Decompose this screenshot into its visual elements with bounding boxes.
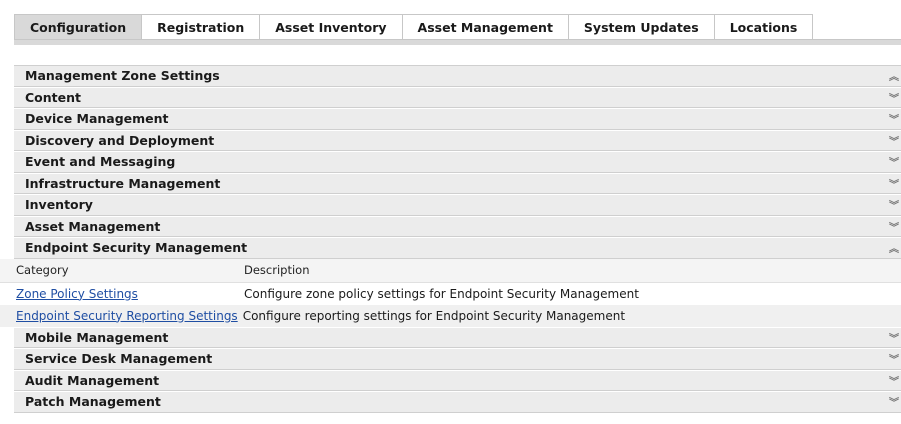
tabs: Configuration Registration Asset Invento… xyxy=(14,14,901,39)
collapse-icon[interactable]: ︽ xyxy=(887,66,901,86)
section-label: Patch Management xyxy=(25,394,161,410)
section-management-zone-settings[interactable]: Management Zone Settings ︽ xyxy=(14,65,901,87)
tab-bar: Configuration Registration Asset Invento… xyxy=(14,14,901,45)
section-label: Service Desk Management xyxy=(25,351,213,367)
endpoint-security-reporting-settings-link[interactable]: Endpoint Security Reporting Settings xyxy=(16,309,238,323)
section-asset-management[interactable]: Asset Management ︾ xyxy=(14,215,901,237)
expand-icon[interactable]: ︾ xyxy=(887,109,901,129)
section-label: Discovery and Deployment xyxy=(25,132,215,148)
section-label: Mobile Management xyxy=(25,329,169,345)
expand-icon[interactable]: ︾ xyxy=(887,371,901,391)
section-audit-management[interactable]: Audit Management ︾ xyxy=(14,369,901,391)
section-label: Inventory xyxy=(25,197,93,213)
section-label: Infrastructure Management xyxy=(25,175,221,191)
section-mobile-management[interactable]: Mobile Management ︾ xyxy=(14,326,901,348)
section-label: Management Zone Settings xyxy=(25,68,220,84)
description-cell: Configure zone policy settings for Endpo… xyxy=(244,286,639,301)
expand-icon[interactable]: ︾ xyxy=(887,195,901,215)
column-header-description: Description xyxy=(244,263,310,277)
collapse-icon[interactable]: ︽ xyxy=(887,238,901,258)
section-label: Content xyxy=(25,89,81,105)
expand-icon[interactable]: ︾ xyxy=(887,328,901,348)
expand-icon[interactable]: ︾ xyxy=(887,174,901,194)
expand-icon[interactable]: ︾ xyxy=(887,217,901,237)
section-label: Audit Management xyxy=(25,372,160,388)
table-row: Endpoint Security Reporting Settings Con… xyxy=(0,304,901,327)
tab-registration[interactable]: Registration xyxy=(142,14,261,39)
expand-icon[interactable]: ︾ xyxy=(887,88,901,108)
tab-configuration[interactable]: Configuration xyxy=(14,14,143,39)
tab-system-updates[interactable]: System Updates xyxy=(568,14,715,39)
section-device-management[interactable]: Device Management ︾ xyxy=(14,108,901,130)
section-event-and-messaging[interactable]: Event and Messaging ︾ xyxy=(14,151,901,173)
settings-panel: Management Zone Settings ︽ Content ︾ Dev… xyxy=(0,65,901,413)
section-label: Endpoint Security Management xyxy=(25,240,248,256)
table-row: Zone Policy Settings Configure zone poli… xyxy=(0,283,901,305)
section-label: Event and Messaging xyxy=(25,154,176,170)
expand-icon[interactable]: ︾ xyxy=(887,349,901,369)
expand-icon[interactable]: ︾ xyxy=(887,392,901,412)
section-service-desk-management[interactable]: Service Desk Management ︾ xyxy=(14,348,901,370)
table-header: Category Description xyxy=(0,258,901,283)
zone-policy-settings-link[interactable]: Zone Policy Settings xyxy=(16,287,138,301)
section-label: Asset Management xyxy=(25,218,161,234)
section-infrastructure-management[interactable]: Infrastructure Management ︾ xyxy=(14,172,901,194)
tab-underline xyxy=(14,39,901,45)
expand-icon[interactable]: ︾ xyxy=(887,131,901,151)
category-cell: Zone Policy Settings xyxy=(16,287,244,301)
tab-asset-inventory[interactable]: Asset Inventory xyxy=(260,14,403,39)
section-patch-management[interactable]: Patch Management ︾ xyxy=(14,391,901,413)
section-discovery-and-deployment[interactable]: Discovery and Deployment ︾ xyxy=(14,129,901,151)
section-content[interactable]: Content ︾ xyxy=(14,86,901,108)
expand-icon[interactable]: ︾ xyxy=(887,152,901,172)
section-endpoint-security-management[interactable]: Endpoint Security Management ︽ xyxy=(14,237,901,259)
column-header-category: Category xyxy=(16,263,69,277)
tab-asset-management[interactable]: Asset Management xyxy=(402,14,569,39)
section-label: Device Management xyxy=(25,111,169,127)
description-cell: Configure reporting settings for Endpoin… xyxy=(242,308,626,323)
tab-locations[interactable]: Locations xyxy=(714,14,814,39)
section-inventory[interactable]: Inventory ︾ xyxy=(14,194,901,216)
category-cell: Endpoint Security Reporting Settings xyxy=(16,309,238,323)
